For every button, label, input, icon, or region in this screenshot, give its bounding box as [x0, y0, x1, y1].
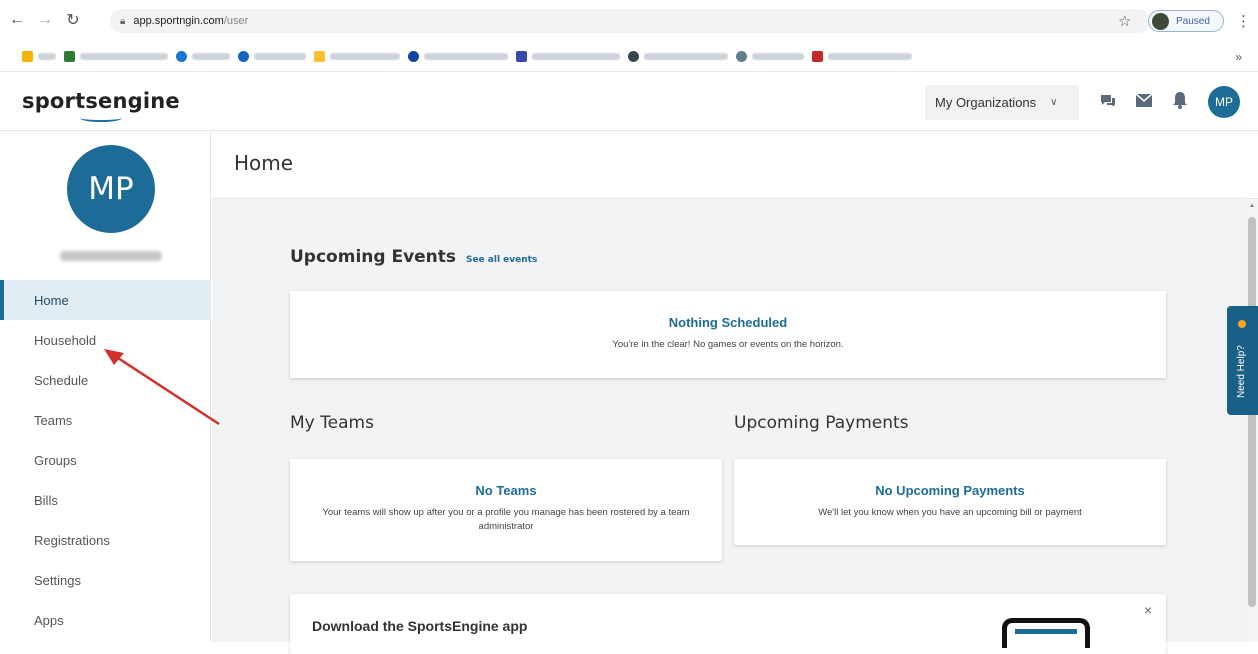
url-path: /user: [223, 15, 249, 27]
phone-image: [1002, 618, 1090, 648]
bell-icon[interactable]: [1172, 91, 1188, 109]
upcoming-events-heading: Upcoming Events: [290, 247, 457, 267]
sidebar-item-settings[interactable]: Settings: [0, 560, 211, 600]
page-header: Home: [212, 131, 1258, 199]
main-content: Upcoming Events See all events Nothing S…: [212, 199, 1246, 654]
sidebar-item-schedule[interactable]: Schedule: [0, 360, 211, 400]
bookmark-star-icon[interactable]: ☆: [1118, 12, 1131, 30]
app-header: sportsengine My Organizations ∨ MP: [0, 73, 1258, 131]
sidebar-item-apps[interactable]: Apps: [0, 600, 211, 640]
browser-toolbar: ← → ↻ 🔒︎ app.sportngin.com /user ☆ Pause…: [0, 0, 1258, 40]
bookmark-item[interactable]: [22, 51, 56, 62]
bookmark-item[interactable]: [64, 51, 168, 62]
need-help-label: Need Help?: [1236, 345, 1247, 398]
back-icon[interactable]: ←: [6, 9, 28, 31]
chevron-down-icon: ∨: [1050, 97, 1058, 108]
no-teams-text: Your teams will show up after you or a p…: [322, 507, 690, 532]
bookmark-item[interactable]: [736, 51, 804, 62]
forward-icon[interactable]: →: [34, 9, 56, 31]
bookmarks-overflow-icon[interactable]: »: [1235, 50, 1242, 64]
bookmark-item[interactable]: [628, 51, 728, 62]
sidebar-item-groups[interactable]: Groups: [0, 440, 211, 480]
upcoming-events-section: Upcoming Events See all events: [290, 247, 537, 267]
orgs-label: My Organizations: [935, 95, 1037, 110]
download-app-title: Download the SportsEngine app: [312, 618, 528, 634]
profile-avatar-large: MP: [67, 145, 155, 233]
no-teams-title: No Teams: [475, 483, 537, 498]
reload-icon[interactable]: ↻: [62, 9, 84, 31]
bookmark-item[interactable]: [812, 51, 912, 62]
help-icon: [1238, 320, 1246, 328]
bookmark-item[interactable]: [176, 51, 230, 62]
bookmark-item[interactable]: [408, 51, 508, 62]
see-all-events-link[interactable]: See all events: [466, 255, 537, 265]
my-teams-card: No Teams Your teams will show up after y…: [290, 459, 722, 561]
upcoming-events-card: Nothing Scheduled You're in the clear! N…: [290, 291, 1166, 378]
profile-status: Paused: [1176, 15, 1210, 27]
address-bar[interactable]: 🔒︎ app.sportngin.com /user: [110, 9, 1150, 33]
scroll-up-icon[interactable]: ▲: [1249, 203, 1255, 209]
redacted-user-name: [60, 251, 162, 261]
close-icon[interactable]: ×: [1144, 602, 1152, 618]
mail-icon[interactable]: [1136, 94, 1152, 107]
sidebar-nav: Home Household Schedule Teams Groups Bil…: [0, 280, 211, 640]
chat-icon[interactable]: [1100, 94, 1116, 108]
bookmark-item[interactable]: [314, 51, 400, 62]
my-organizations-dropdown[interactable]: My Organizations ∨: [925, 85, 1079, 120]
sportsengine-logo[interactable]: sportsengine: [22, 89, 180, 122]
no-upcoming-payments-title: No Upcoming Payments: [875, 483, 1025, 498]
sidebar: MP Home Household Schedule Teams Groups …: [0, 131, 211, 642]
upcoming-payments-card: No Upcoming Payments We'll let you know …: [734, 459, 1166, 545]
bookmark-item[interactable]: [238, 51, 306, 62]
profile-avatar: [1152, 12, 1169, 30]
menu-kebab-icon[interactable]: ⋮: [1236, 12, 1251, 30]
profile-button[interactable]: Paused: [1148, 10, 1224, 32]
bookmarks-bar: [0, 42, 1258, 72]
upcoming-payments-heading: Upcoming Payments: [734, 413, 909, 433]
sidebar-item-household[interactable]: Household: [0, 320, 211, 360]
sidebar-item-home[interactable]: Home: [0, 280, 211, 320]
url-host: app.sportngin.com: [133, 15, 224, 27]
need-help-tab[interactable]: Need Help?: [1227, 306, 1258, 415]
bookmark-item[interactable]: [516, 51, 620, 62]
sidebar-item-bills[interactable]: Bills: [0, 480, 211, 520]
nothing-scheduled-title: Nothing Scheduled: [668, 315, 788, 330]
nothing-scheduled-text: You're in the clear! No games or events …: [612, 339, 844, 350]
user-avatar-button[interactable]: MP: [1208, 86, 1240, 118]
sidebar-item-registrations[interactable]: Registrations: [0, 520, 211, 560]
sidebar-item-teams[interactable]: Teams: [0, 400, 211, 440]
lock-icon: 🔒︎: [120, 15, 126, 27]
download-app-card: Download the SportsEngine app ×: [290, 594, 1166, 654]
no-upcoming-payments-text: We'll let you know when you have an upco…: [818, 507, 1082, 518]
my-teams-heading: My Teams: [290, 413, 374, 433]
logo-swoosh: [80, 114, 122, 122]
page-title: Home: [234, 151, 294, 175]
logo-text: sportsengine: [22, 89, 180, 113]
scrollbar[interactable]: ▲: [1246, 199, 1258, 642]
